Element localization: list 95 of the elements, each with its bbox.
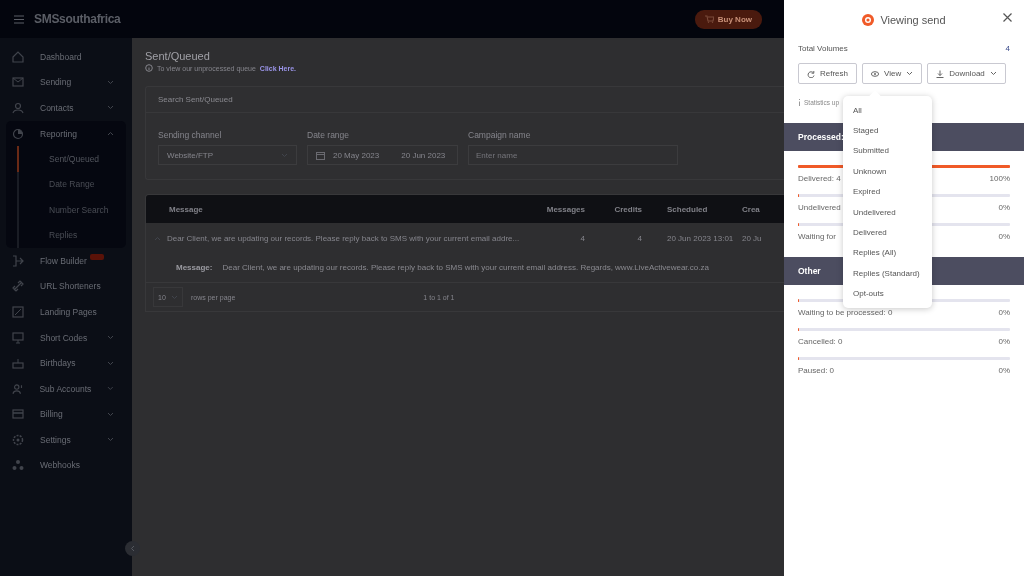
total-value: 4 [1005,44,1010,53]
nav-icon [12,357,24,370]
sidebar-item[interactable]: Short Codes [0,324,132,351]
stat-label: Paused: 0 [798,366,835,375]
stat-percent: 0% [998,232,1010,241]
chevron-icon [281,152,288,158]
submenu-item[interactable]: Number Search [17,197,126,223]
date-range-field[interactable]: 20 May 2023 20 Jun 2023 [307,145,458,165]
field-label: Campaign name [468,130,532,140]
nav-icon [12,127,24,140]
menu-item[interactable]: Opt-outs [843,283,932,304]
submenu-item[interactable]: Replies [17,222,126,248]
menu-item[interactable]: Expired [843,181,932,202]
nav-icon [12,331,24,344]
download-button[interactable]: Download [927,63,1006,84]
table-cell: 20 Jun 2023 13:01 [667,233,734,243]
nav-icon [12,305,24,318]
sidebar-item[interactable]: Landing Pages [0,299,132,325]
sidebar-item[interactable]: Dashboard [0,44,132,70]
nav-icon [12,459,24,472]
stat-percent: 0% [998,366,1010,375]
stat-label: Waiting for [798,232,836,241]
menu-item[interactable]: Undelivered [843,201,932,223]
info-icon [798,98,801,106]
column-header: Message [168,204,204,214]
stat-percent: 0% [998,203,1010,212]
nav-icon [12,50,24,63]
column-header: Scheduled [666,204,709,214]
campaign-name-field[interactable]: Enter name [468,145,678,165]
nav-icon [12,408,24,421]
menu-item[interactable]: All [843,100,932,121]
close-icon [1003,13,1012,22]
column-header: Credits [613,204,642,214]
sidebar-item[interactable]: URL Shorteners [0,273,132,300]
eye-icon [871,69,879,78]
download-icon [936,69,945,78]
drawer-title: Viewing send [880,14,946,26]
stat-label: Cancelled: 0 [798,337,843,346]
nav-icon [12,102,24,114]
table-cell: Dear Client, we are updating our records. Please reply back to SMS with your current email addre... [167,233,520,243]
stat-percent: 100% [989,174,1010,183]
chevron-icon [989,71,997,76]
message-text: Dear Client, we are updating our records. Please reply back to SMS with your current email address. Regards, www.LiveActivewear.co.za [222,263,709,272]
chevron-icon[interactable] [154,235,161,241]
field-label: Date range [307,130,351,140]
column-header: Messages [545,204,585,214]
sidebar-item[interactable]: Sending [0,69,132,96]
submenu-item[interactable]: Date Range [17,171,126,198]
stat-label: Undelivered [798,203,841,212]
nav-icon [12,254,24,267]
nav-icon [12,433,24,446]
table-cell: 20 Ju [742,233,762,243]
sidebar-item[interactable]: Reporting [6,120,126,147]
nav-icon [12,76,24,89]
menu-icon [14,14,24,24]
record-icon [862,14,875,26]
info-icon [145,64,153,72]
sidebar-item[interactable]: Webhooks [0,452,132,479]
sidebar-item[interactable]: Contacts [0,95,132,121]
nav-icon [12,280,24,293]
page-title: Sent/Queued [145,50,211,62]
menu-item[interactable]: Staged [843,120,932,141]
close-button[interactable] [1003,13,1012,22]
view-button[interactable]: View [862,63,923,84]
field-label: Sending channel [158,130,223,140]
menu-item[interactable]: Replies (Standard) [843,263,932,284]
column-header: Crea [741,204,761,214]
chevron-icon [130,545,135,552]
refresh-icon [807,69,815,78]
table-cell: 4 [580,233,585,243]
stat-label: Waiting to be processed: 0 [798,308,893,317]
sidebar-label: Flow Builder [40,255,87,266]
refresh-button[interactable]: Refresh [798,63,857,84]
sidebar-item[interactable]: Billing [0,401,132,428]
channel-select[interactable]: Website/FTP [158,145,297,165]
cart-icon [704,15,714,23]
submenu-item[interactable]: Sent/Queued [17,146,126,172]
total-label: Total Volumes [798,44,848,53]
sidebar-item[interactable]: Sub Accounts [0,375,132,402]
menu-item[interactable]: Delivered [843,222,932,243]
table-cell: 4 [637,233,642,243]
chevron-icon [171,294,178,300]
stat-percent: 0% [998,337,1010,346]
sidebar-item[interactable]: Settings [0,427,132,453]
buy-now-button[interactable]: Buy Now [694,9,762,29]
detail-label: Message: [176,263,213,272]
card-title: Search Sent/Queued [146,87,784,113]
nav-icon [12,382,24,395]
stat-label: Delivered: 4 [798,174,841,183]
menu-item[interactable]: Unknown [843,161,932,182]
calendar-icon [316,150,325,160]
stat-percent: 0% [998,308,1010,317]
logo: SMSsouthafrica [34,12,121,26]
sidebar-item[interactable]: Birthdays [0,350,132,376]
chevron-icon [906,71,914,76]
